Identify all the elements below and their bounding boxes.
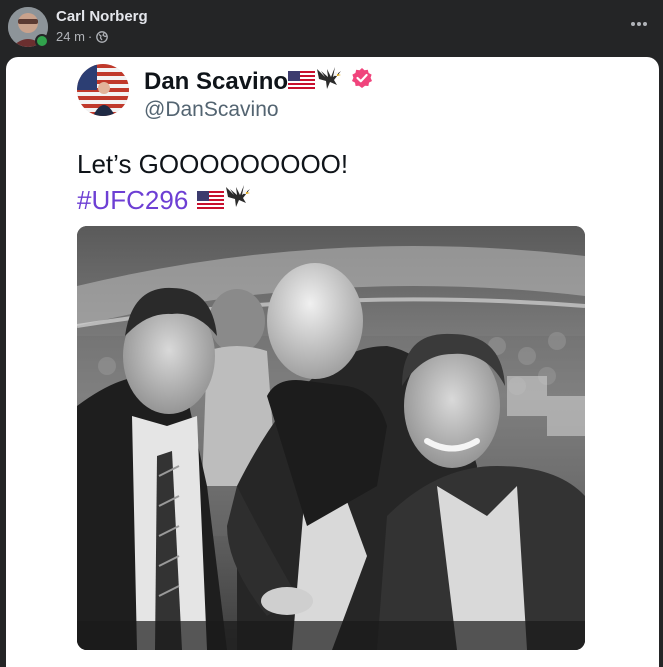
post-timestamp[interactable]: 24 m	[56, 29, 85, 45]
author-avatar-wrap[interactable]	[8, 7, 49, 48]
meta-separator: ·	[87, 29, 93, 44]
post-header: Carl Norberg 24 m ·	[0, 0, 663, 56]
tweet-text: Let’s GOOOOOOOOO!	[77, 149, 349, 179]
eagle-icon	[315, 65, 343, 99]
us-flag-icon	[197, 184, 225, 216]
verified-badge-icon	[351, 67, 373, 97]
tweet-photo-image	[77, 226, 585, 650]
post-meta: 24 m ·	[56, 29, 109, 45]
more-options-dot	[631, 22, 635, 26]
more-options-button[interactable]	[629, 14, 649, 34]
shared-tweet-image[interactable]: Dan Scavino @DanScavino Let’s GOOOOOOOOO…	[6, 57, 659, 667]
more-options-dot	[637, 22, 641, 26]
tweet-photo	[77, 226, 585, 650]
hashtag-link: #UFC296	[77, 184, 189, 215]
tweet-author-name-text: Dan Scavino	[144, 68, 289, 95]
eagle-icon	[224, 183, 252, 216]
globe-icon[interactable]	[96, 31, 109, 43]
online-status-dot	[35, 34, 49, 48]
tweet-author-handle: @DanScavino	[144, 98, 279, 121]
author-name[interactable]: Carl Norberg	[56, 8, 148, 26]
tweet-author-avatar	[77, 64, 129, 116]
us-flag-icon	[288, 67, 316, 97]
more-options-dot	[643, 22, 647, 26]
tweet-author-name: Dan Scavino	[144, 65, 373, 99]
tweet-hashtag-line: #UFC296	[77, 183, 252, 216]
facebook-post: Carl Norberg 24 m · Dan Scavino @DanScav…	[0, 0, 663, 667]
